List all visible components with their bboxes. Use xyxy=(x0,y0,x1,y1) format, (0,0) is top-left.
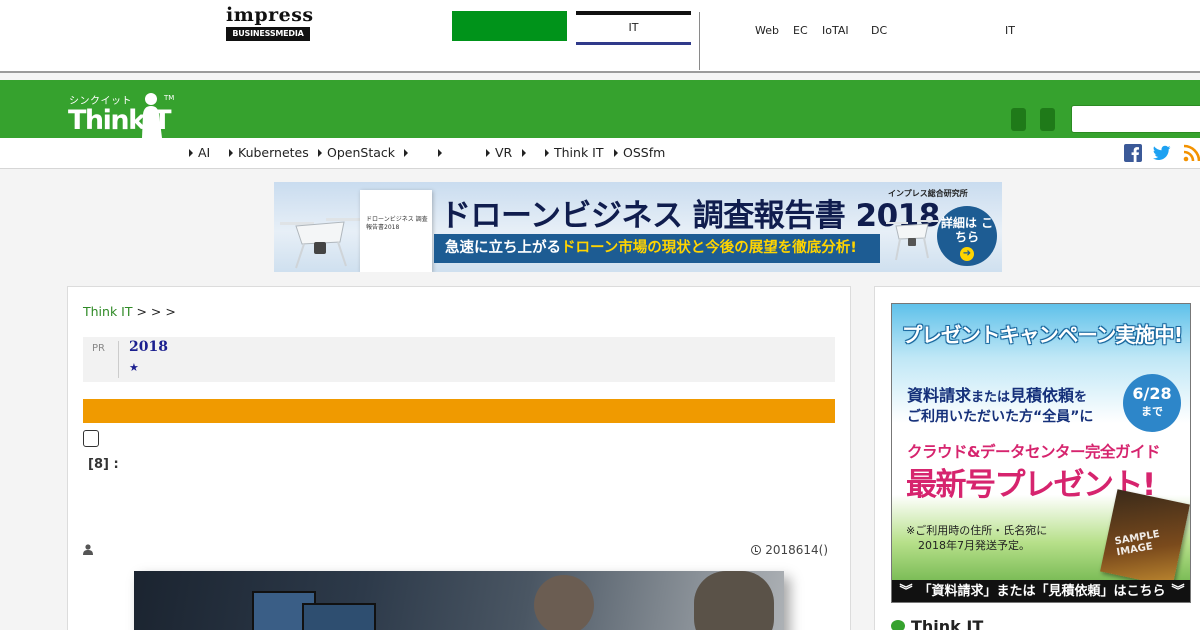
impress-link-it[interactable]: IT xyxy=(1005,24,1015,37)
banner-subtitle: 急速に立ち上がるドローン市場の現状と今後の展望を徹底分析! xyxy=(434,234,880,263)
nav-item-ai[interactable]: AI xyxy=(189,145,210,160)
clock-icon xyxy=(751,545,762,555)
twitter-icon[interactable] xyxy=(1153,144,1171,162)
side-ad-line1-d: を xyxy=(1074,390,1088,405)
magazine-sample-image: SAMPLE IMAGE xyxy=(1100,489,1190,587)
impress-link-iotai[interactable]: IoTAI xyxy=(822,24,849,37)
nav-item-kubernetes[interactable]: Kubernetes xyxy=(229,145,309,160)
search-input[interactable] xyxy=(1071,105,1200,133)
nav-item-ossfm[interactable]: OSSfm xyxy=(614,145,665,160)
pr-separator xyxy=(118,341,119,378)
impress-logo-word: impress xyxy=(226,4,314,26)
nav-item-5[interactable] xyxy=(438,145,447,160)
nav-item-openstack[interactable]: OpenStack xyxy=(318,145,395,160)
article-series-count: [8] : xyxy=(88,457,119,472)
impress-it-tab[interactable]: IT xyxy=(576,11,691,45)
article-checkbox[interactable] xyxy=(83,430,99,447)
side-ad-cta-button[interactable]: ︾ 「資料請求」または「見積依頼」はこちら ︾ xyxy=(892,580,1190,602)
side-ad-title: プレゼントキャンペーン実施中! xyxy=(901,323,1183,347)
deadline-date: 6/28 xyxy=(1132,384,1172,403)
rss-icon[interactable] xyxy=(1183,144,1200,162)
side-ad-line1-b: または xyxy=(971,390,1011,405)
monitor-image-2 xyxy=(302,603,376,630)
sample-image-label: SAMPLE IMAGE xyxy=(1113,528,1161,559)
report-cover-text: ドローンビジネス 調査報告書2018 xyxy=(366,216,428,231)
banner-cta-label: 詳細は こちら xyxy=(940,216,994,244)
impress-logo-sub: BUSINESSMEDIA xyxy=(226,27,310,41)
double-chevron-down-icon: ︾ xyxy=(899,584,913,599)
impress-divider xyxy=(699,12,700,70)
impress-link-web[interactable]: Web xyxy=(755,24,779,37)
impress-link-ec[interactable]: EC xyxy=(793,24,808,37)
breadcrumb-home-link[interactable]: Think IT xyxy=(83,304,133,319)
header-button-2[interactable] xyxy=(1040,108,1055,131)
deadline-until: まで xyxy=(1141,405,1163,418)
drone-report-banner-ad[interactable]: ドローンビジネス 調査報告書2018 ドローンビジネス 調査報告書 2018 急… xyxy=(274,182,1002,272)
banner-subtitle-highlight: ドローン市場の現状と今後の展望を徹底分析! xyxy=(561,240,857,256)
breadcrumb-rest: > > > xyxy=(132,304,176,319)
deadline-badge: 6/28 まで xyxy=(1123,374,1181,432)
side-ad-line2: ご利用いただいた方“全員”に xyxy=(907,409,1094,425)
thinkit-logo[interactable]: シンクイット ThinkIT TM xyxy=(68,92,180,138)
thinker-figure-icon xyxy=(142,93,162,138)
pr-title[interactable]: 2018 xyxy=(129,339,168,355)
nav-item-4[interactable] xyxy=(404,145,413,160)
arrow-right-icon: ➜ xyxy=(960,247,974,261)
sidebar-section-heading: Think IT xyxy=(891,617,983,630)
logo-tm: TM xyxy=(164,94,175,102)
pr-box[interactable]: PR 2018 ★ xyxy=(83,337,835,382)
person-image xyxy=(534,575,594,630)
side-ad-cta-label: 「資料請求」または「見積依頼」はこちら xyxy=(918,584,1166,599)
side-ad-line1-a: 資料請求 xyxy=(907,386,972,405)
double-chevron-down-icon-right: ︾ xyxy=(1171,584,1185,599)
side-ad-line1-c: 見積依頼 xyxy=(1010,386,1075,405)
side-ad-note: ※ご利用時の住所・氏名宛に 2018年7月発送予定。 xyxy=(906,523,1047,553)
banner-cta-button[interactable]: 詳細は こちら ➜ xyxy=(937,206,997,266)
star-icon: ★ xyxy=(129,361,139,374)
nav-item-7[interactable] xyxy=(522,145,531,160)
article-hero-image xyxy=(134,571,784,630)
category-nav: AI Kubernetes OpenStack VR Think IT OSSf… xyxy=(0,138,1200,169)
impress-top-bar: impress BUSINESSMEDIA IT Web EC IoTAI DC… xyxy=(0,0,1200,73)
article-date-text: 2018614() xyxy=(765,543,828,557)
breadcrumb: Think IT > > > xyxy=(83,304,176,319)
article-title-bar xyxy=(83,399,835,423)
banner-title: ドローンビジネス 調査報告書 2018 xyxy=(440,198,940,234)
present-campaign-ad[interactable]: プレゼントキャンペーン実施中! 資料請求または見積依頼を ご利用いただいた方“全… xyxy=(891,303,1191,603)
sidebar: プレゼントキャンペーン実施中! 資料請求または見積依頼を ご利用いただいた方“全… xyxy=(874,286,1200,630)
impress-link-dc[interactable]: DC xyxy=(871,24,887,37)
impress-logo[interactable]: impress BUSINESSMEDIA xyxy=(226,4,314,41)
impress-green-button[interactable] xyxy=(452,11,567,41)
person-image-2 xyxy=(694,571,774,630)
nav-item-vr[interactable]: VR xyxy=(486,145,512,160)
drone-image-2 xyxy=(886,220,938,261)
side-ad-line1: 資料請求または見積依頼を xyxy=(907,382,1087,406)
main-content: Think IT > > > PR 2018 ★ [8] : 2018614() xyxy=(67,286,851,630)
pr-label: PR xyxy=(92,343,105,354)
facebook-icon[interactable] xyxy=(1124,144,1142,162)
report-cover-image: ドローンビジネス 調査報告書2018 xyxy=(360,190,432,272)
article-date: 2018614() xyxy=(751,543,828,557)
side-ad-note-1: ※ご利用時の住所・氏名宛に xyxy=(906,524,1048,537)
drone-image xyxy=(280,218,362,269)
header-button-1[interactable] xyxy=(1011,108,1026,131)
author-icon xyxy=(83,544,93,555)
banner-subtitle-pre: 急速に立ち上がる xyxy=(445,240,561,256)
nav-item-thinkit[interactable]: Think IT xyxy=(545,145,604,160)
side-ad-note-2: 2018年7月発送予定。 xyxy=(918,539,1030,552)
